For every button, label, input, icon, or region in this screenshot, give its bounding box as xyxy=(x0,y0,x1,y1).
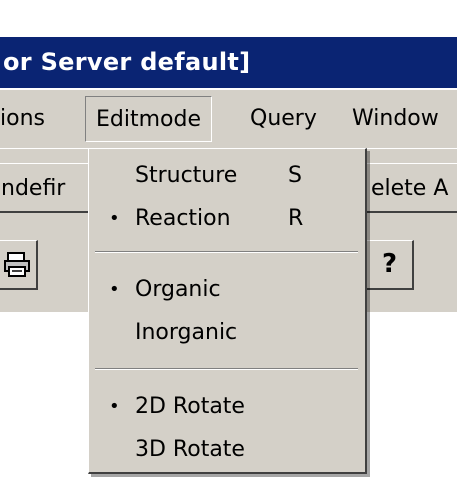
menu-query[interactable]: Query xyxy=(250,90,317,148)
menu-separator xyxy=(95,251,358,253)
check-mark-icon: • xyxy=(109,279,120,300)
print-button[interactable] xyxy=(0,240,38,290)
menu-item-inorganic[interactable]: Inorganic xyxy=(89,313,364,353)
menu-bar: ions Editmode Query Window xyxy=(0,90,457,148)
print-icon xyxy=(3,252,30,277)
application-window: or Server default] ions Editmode Query W… xyxy=(0,0,457,478)
delete-all-button[interactable]: elete A xyxy=(364,163,457,213)
menu-window[interactable]: Window xyxy=(352,90,439,148)
help-icon: ? xyxy=(381,249,398,279)
check-mark-icon: • xyxy=(109,208,120,229)
menu-item-organic[interactable]: • Organic xyxy=(89,270,364,310)
editmode-dropdown-menu: Structure S • Reaction R • Organic Inorg… xyxy=(88,148,367,474)
window-title: or Server default] xyxy=(3,48,251,76)
menu-separator xyxy=(95,368,358,370)
undefine-button[interactable]: ndefir xyxy=(0,163,92,213)
menu-item-structure[interactable]: Structure S xyxy=(89,156,364,196)
check-mark-icon: • xyxy=(109,396,120,417)
menu-item-reaction[interactable]: • Reaction R xyxy=(89,199,364,239)
menu-item-3d-rotate[interactable]: 3D Rotate xyxy=(89,430,364,470)
menu-options[interactable]: ions xyxy=(0,90,45,148)
window-top-strip xyxy=(0,0,457,34)
menu-item-2d-rotate[interactable]: • 2D Rotate xyxy=(89,387,364,427)
help-button[interactable]: ? xyxy=(366,240,414,290)
title-bar[interactable]: or Server default] xyxy=(0,37,457,88)
menu-editmode[interactable]: Editmode xyxy=(85,96,212,142)
